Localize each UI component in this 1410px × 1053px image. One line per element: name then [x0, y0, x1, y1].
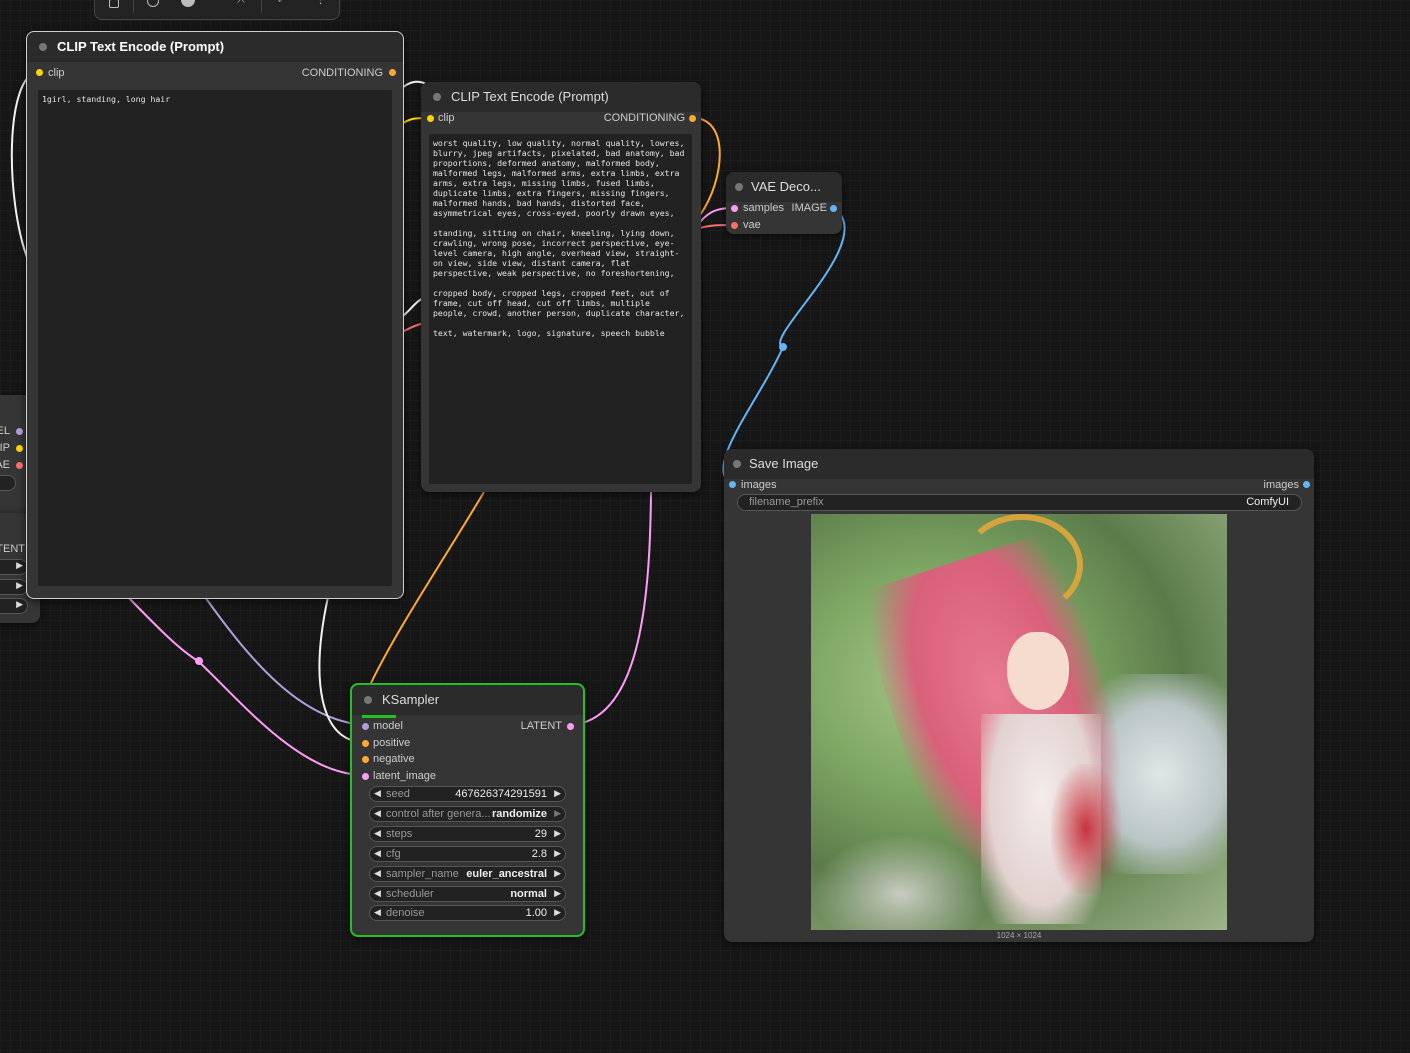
node-title[interactable]: CLIP Text Encode (Prompt): [27, 32, 403, 62]
output-model-label: EL: [0, 425, 10, 437]
input-latent-image-dot[interactable]: [362, 773, 369, 780]
output-conditioning-dot[interactable]: [689, 115, 696, 122]
input-positive-dot[interactable]: [362, 740, 369, 747]
lock-icon[interactable]: [109, 0, 119, 8]
input-vae-label: vae: [743, 219, 761, 231]
output-image-label: IMAGE: [791, 202, 827, 214]
width-widget[interactable]: ▶: [0, 559, 28, 575]
image-size-label: 1024 × 1024: [996, 931, 1042, 940]
input-samples-dot[interactable]: [731, 205, 738, 212]
output-conditioning-label: CONDITIONING: [603, 112, 685, 124]
input-clip-label: clip: [438, 112, 455, 124]
increment-arrow-icon[interactable]: ▶: [554, 888, 561, 899]
clip-text-encode-positive-node[interactable]: CLIP Text Encode (Prompt) clip CONDITION…: [26, 31, 404, 599]
input-model-dot[interactable]: [362, 723, 369, 730]
pin-icon[interactable]: ⌖: [277, 0, 283, 6]
output-images-label: images: [1263, 479, 1299, 491]
output-vae-label: AE: [0, 459, 10, 471]
increment-arrow-icon[interactable]: ▶: [554, 907, 561, 918]
input-clip-dot[interactable]: [36, 69, 43, 76]
output-images-dot[interactable]: [1303, 481, 1310, 488]
input-images-label: images: [741, 479, 777, 491]
input-clip-label: clip: [48, 67, 65, 79]
model-link: [204, 596, 365, 726]
decrement-arrow-icon[interactable]: ◀: [374, 868, 381, 879]
collapse-dot-icon[interactable]: [39, 43, 47, 51]
output-model-dot[interactable]: [16, 428, 23, 435]
output-latent-label: TENT: [0, 543, 25, 555]
decrement-arrow-icon[interactable]: ◀: [374, 907, 381, 918]
latent-link: [127, 596, 365, 776]
input-negative-label: negative: [373, 753, 415, 765]
collapse-dot-icon[interactable]: [364, 696, 372, 704]
color-dot-icon[interactable]: [181, 0, 195, 7]
output-conditioning-dot[interactable]: [389, 69, 396, 76]
scheduler-widget[interactable]: ◀ scheduler normal ▶: [369, 886, 566, 902]
decrement-arrow-icon[interactable]: ◀: [374, 788, 381, 799]
prompt-textarea[interactable]: worst quality, low quality, normal quali…: [429, 134, 692, 484]
increment-arrow-icon[interactable]: ▶: [554, 808, 561, 819]
save-image-node[interactable]: Save Image images images filename_prefix…: [724, 449, 1314, 942]
output-latent-label: LATENT: [520, 720, 562, 732]
increment-arrow-icon[interactable]: ▶: [554, 868, 561, 879]
node-title[interactable]: KSampler: [352, 685, 583, 715]
height-widget[interactable]: ▶: [0, 579, 28, 595]
sleeve-shape: [1051, 764, 1121, 894]
increment-arrow-icon[interactable]: ▶: [554, 788, 561, 799]
denoise-widget[interactable]: ◀ denoise 1.00 ▶: [369, 905, 566, 921]
node-title[interactable]: Save Image: [724, 449, 1314, 479]
progress-bar: [362, 715, 396, 718]
face-shape: [1007, 632, 1069, 710]
clip-text-encode-negative-node[interactable]: CLIP Text Encode (Prompt) clip CONDITION…: [421, 82, 701, 492]
output-latent-dot[interactable]: [567, 723, 574, 730]
collapse-dot-icon[interactable]: [733, 460, 741, 468]
decrement-arrow-icon[interactable]: ◀: [374, 808, 381, 819]
more-icon[interactable]: ⋮: [315, 0, 326, 6]
selection-toolbar: ⤧ ⌖ ⋮: [94, 0, 340, 20]
batch-widget[interactable]: ▶: [0, 598, 28, 614]
input-images-dot[interactable]: [729, 481, 736, 488]
control-after-generate-widget[interactable]: ◀ control after genera... randomize ▶: [369, 806, 566, 822]
input-model-label: model: [373, 720, 403, 732]
output-clip-dot[interactable]: [16, 445, 23, 452]
sampler-name-widget[interactable]: ◀ sampler_name euler_ancestral ▶: [369, 866, 566, 882]
output-image-preview[interactable]: [811, 514, 1227, 930]
decrement-arrow-icon[interactable]: ◀: [374, 828, 381, 839]
input-negative-dot[interactable]: [362, 756, 369, 763]
filename-prefix-widget[interactable]: filename_prefix ComfyUI: [737, 494, 1302, 511]
collapse-dot-icon[interactable]: [735, 183, 743, 191]
cfg-widget[interactable]: ◀ cfg 2.8 ▶: [369, 846, 566, 862]
input-positive-label: positive: [373, 737, 411, 749]
widget-value: ComfyUI: [1246, 496, 1289, 508]
output-image-dot[interactable]: [830, 205, 837, 212]
widget-label: filename_prefix: [749, 496, 824, 508]
image-link: [722, 207, 846, 486]
ckpt-widget[interactable]: [0, 475, 16, 491]
input-samples-label: samples: [743, 202, 784, 214]
ksampler-node[interactable]: KSampler model LATENT positive negative …: [350, 683, 585, 937]
steps-widget[interactable]: ◀ steps 29 ▶: [369, 826, 566, 842]
decrement-arrow-icon[interactable]: ◀: [374, 888, 381, 899]
input-latent-image-label: latent_image: [373, 770, 436, 782]
output-conditioning-label: CONDITIONING: [301, 67, 383, 79]
seed-widget[interactable]: ◀ seed 467626374291591 ▶: [369, 786, 566, 802]
node-title[interactable]: CLIP Text Encode (Prompt): [421, 82, 701, 112]
input-clip-dot[interactable]: [427, 115, 434, 122]
collapse-dot-icon[interactable]: [433, 93, 441, 101]
horn-ornament: [961, 514, 1083, 616]
decrement-arrow-icon[interactable]: ◀: [374, 848, 381, 859]
output-vae-dot[interactable]: [16, 462, 23, 469]
increment-arrow-icon[interactable]: ▶: [554, 828, 561, 839]
vae-decode-node[interactable]: VAE Deco... samples IMAGE vae: [726, 172, 842, 234]
increment-arrow-icon[interactable]: ▶: [554, 848, 561, 859]
crop-icon[interactable]: ⤧: [237, 0, 245, 6]
node-title[interactable]: VAE Deco...: [726, 172, 842, 202]
prompt-textarea[interactable]: 1girl, standing, long hair: [38, 90, 392, 586]
input-vae-dot[interactable]: [731, 222, 738, 229]
circle-icon[interactable]: [147, 0, 159, 7]
output-clip-label: LIP: [0, 442, 10, 454]
